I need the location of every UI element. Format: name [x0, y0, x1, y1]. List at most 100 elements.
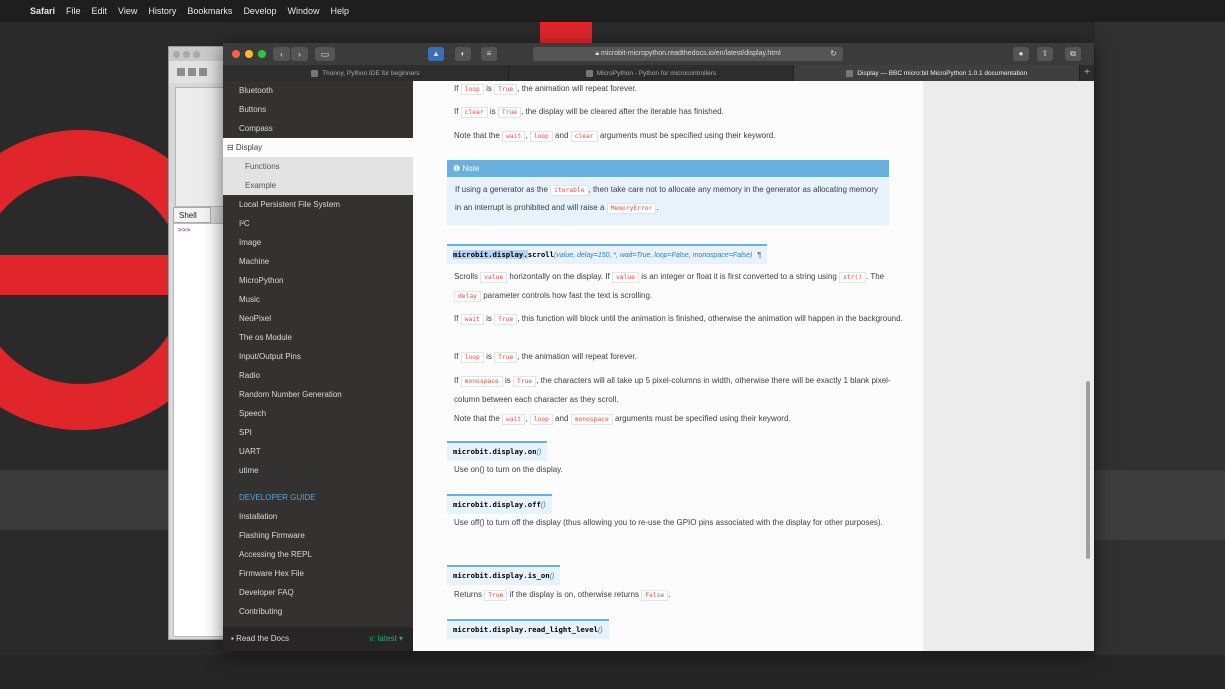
- reader-icon[interactable]: ◐: [455, 47, 471, 61]
- nav-item-bluetooth[interactable]: Bluetooth: [223, 81, 413, 100]
- menu-window[interactable]: Window: [287, 6, 319, 16]
- nav-item-io-pins[interactable]: Input/Output Pins: [223, 347, 413, 366]
- nav-item-speech[interactable]: Speech: [223, 404, 413, 423]
- paragraph-scroll-desc: Scrolls value horizontally on the displa…: [454, 272, 885, 302]
- nav-item-contributing[interactable]: Contributing: [223, 602, 413, 621]
- close-window-button[interactable]: [232, 50, 240, 58]
- tab-label: Display — BBC micro:bit MicroPython 1.0.…: [857, 69, 1028, 77]
- menu-view[interactable]: View: [118, 6, 137, 16]
- nav-item-display[interactable]: ⊟ Display: [223, 138, 413, 157]
- sidebar-toggle-icon[interactable]: ▭: [315, 47, 335, 61]
- menu-edit[interactable]: Edit: [92, 6, 108, 16]
- code-literal: monospace: [460, 376, 503, 387]
- signature-function: scroll: [527, 250, 555, 259]
- code-literal: value: [480, 272, 508, 283]
- code-literal: loop: [529, 131, 553, 142]
- nav-item-music[interactable]: Music: [223, 290, 413, 309]
- nav-item-buttons[interactable]: Buttons: [223, 100, 413, 119]
- paragraph-scroll-loop: If loop is True, the animation will repe…: [454, 352, 637, 363]
- reader-view-icon[interactable]: ≡: [481, 47, 497, 61]
- menu-file[interactable]: File: [66, 6, 81, 16]
- docs-content: If loop is True, the animation will repe…: [413, 81, 923, 651]
- signature-scroll[interactable]: microbit.display.scroll(value, delay=150…: [447, 244, 768, 264]
- nav-item-firmware-hex[interactable]: Firmware Hex File: [223, 564, 413, 583]
- paragraph-off-desc: Use off() to turn off the display (thus …: [454, 518, 883, 527]
- nav-item-accessing-repl[interactable]: Accessing the REPL: [223, 545, 413, 564]
- favicon-icon: [846, 69, 854, 77]
- menu-develop[interactable]: Develop: [243, 6, 276, 16]
- new-tab-button[interactable]: +: [1080, 65, 1094, 81]
- nav-item-i2c[interactable]: I²C: [223, 214, 413, 233]
- nav-item-image[interactable]: Image: [223, 233, 413, 252]
- reload-icon[interactable]: ↻: [830, 47, 837, 61]
- tab-micropython[interactable]: MicroPython - Python for microcontroller…: [509, 65, 795, 81]
- page-scrollbar[interactable]: [1086, 381, 1090, 559]
- code-literal: wait: [460, 314, 484, 325]
- signature-module: microbit.display.: [453, 500, 528, 509]
- shell-tab[interactable]: Shell: [173, 207, 211, 223]
- signature-module: microbit.display.: [453, 625, 528, 634]
- code-literal: clear: [460, 107, 488, 118]
- menu-history[interactable]: History: [148, 6, 176, 16]
- zoom-window-button[interactable]: [258, 50, 266, 58]
- code-literal: clear: [570, 131, 598, 142]
- nav-item-compass[interactable]: Compass: [223, 119, 413, 138]
- tab-display-docs[interactable]: Display — BBC micro:bit MicroPython 1.0.…: [794, 65, 1081, 81]
- paragraph-scroll-monospace: If monospace is True, the characters wil…: [454, 376, 891, 404]
- code-literal: wait: [502, 414, 526, 425]
- menu-safari[interactable]: Safari: [30, 6, 55, 16]
- downloads-icon[interactable]: ●: [1013, 47, 1029, 61]
- menu-bookmarks[interactable]: Bookmarks: [187, 6, 232, 16]
- open-file-icon[interactable]: [188, 68, 196, 76]
- paragraph-clear: If clear is True, the display will be cl…: [454, 107, 724, 118]
- note-title: ❶ Note: [447, 160, 889, 177]
- code-literal: monospace: [570, 414, 613, 425]
- address-bar[interactable]: 🔒︎ microbit-micropython.readthedocs.io/e…: [533, 47, 843, 61]
- tab-thonny[interactable]: Thonny, Python IDE for beginners: [223, 65, 509, 81]
- nav-item-machine[interactable]: Machine: [223, 252, 413, 271]
- nav-item-spi[interactable]: SPI: [223, 423, 413, 442]
- rtd-version-selector[interactable]: ▪ Read the Docs v: latest ▾: [223, 627, 413, 651]
- tabs-overview-icon[interactable]: ⧉: [1065, 47, 1081, 61]
- signature-is-on[interactable]: microbit.display.is_on(): [447, 565, 561, 585]
- signature-off[interactable]: microbit.display.off(): [447, 494, 552, 514]
- nav-item-radio[interactable]: Radio: [223, 366, 413, 385]
- wallpaper-bottom: [0, 655, 1225, 689]
- nav-item-utime[interactable]: utime: [223, 461, 413, 480]
- right-margin-pane: [923, 81, 1094, 651]
- code-literal: iterable: [550, 185, 589, 196]
- nav-item-example[interactable]: Example: [223, 176, 413, 195]
- menu-help[interactable]: Help: [330, 6, 349, 16]
- share-icon[interactable]: ⇧: [1037, 47, 1053, 61]
- save-file-icon[interactable]: [199, 68, 207, 76]
- nav-item-os-module[interactable]: The os Module: [223, 328, 413, 347]
- signature-function: off: [527, 500, 541, 509]
- nav-item-installation[interactable]: Installation: [223, 507, 413, 526]
- paragraph-on-desc: Use on() to turn on the display.: [454, 465, 563, 474]
- nav-item-micropython[interactable]: MicroPython: [223, 271, 413, 290]
- wallpaper-stripe: [1095, 470, 1225, 540]
- read-the-docs-label: ▪ Read the Docs: [231, 627, 289, 651]
- signature-on[interactable]: microbit.display.on(): [447, 441, 548, 461]
- nav-item-uart[interactable]: UART: [223, 442, 413, 461]
- nav-item-functions[interactable]: Functions: [223, 157, 413, 176]
- version-label[interactable]: v: latest ▾: [369, 627, 403, 651]
- nav-item-file-system[interactable]: Local Persistent File System: [223, 195, 413, 214]
- new-file-icon[interactable]: [177, 68, 185, 76]
- code-literal: loop: [460, 352, 484, 363]
- code-literal: True: [497, 107, 522, 118]
- forward-button[interactable]: ›: [291, 47, 308, 61]
- minimize-window-button[interactable]: [245, 50, 253, 58]
- code-literal: True: [494, 314, 518, 325]
- note-body: If using a generator as the iterable, th…: [455, 185, 878, 214]
- permalink-icon[interactable]: ¶: [757, 250, 761, 259]
- back-button[interactable]: ‹: [273, 47, 290, 61]
- code-literal: loop: [529, 414, 553, 425]
- nav-item-flashing-firmware[interactable]: Flashing Firmware: [223, 526, 413, 545]
- nav-item-neopixel[interactable]: NeoPixel: [223, 309, 413, 328]
- nav-item-random[interactable]: Random Number Generation: [223, 385, 413, 404]
- extension-icon[interactable]: ▲: [428, 47, 444, 61]
- signature-read-light-level[interactable]: microbit.display.read_light_level(): [447, 619, 609, 639]
- nav-item-developer-faq[interactable]: Developer FAQ: [223, 583, 413, 602]
- signature-function: is_on: [527, 571, 550, 580]
